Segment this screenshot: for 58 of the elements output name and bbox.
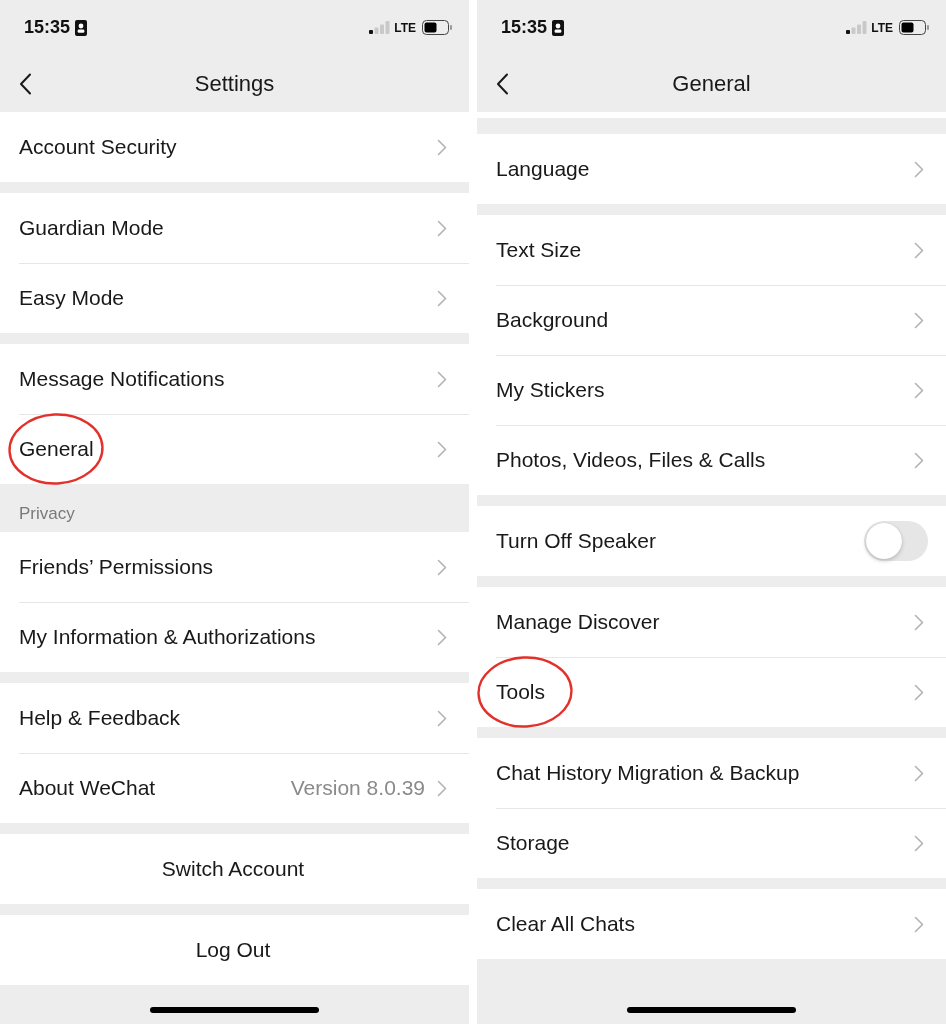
chevron-right-icon (437, 558, 447, 576)
person-icon (552, 19, 565, 36)
chevron-right-icon (437, 289, 447, 307)
chevron-right-icon (914, 451, 924, 469)
chevron-right-icon (914, 613, 924, 631)
battery-icon (899, 20, 929, 35)
settings-item[interactable]: Background (477, 285, 946, 355)
chevron-right-icon (437, 138, 447, 156)
network-label: LTE (871, 20, 893, 35)
chevron-right-icon (437, 779, 447, 797)
network-label: LTE (394, 20, 416, 35)
settings-item[interactable]: Photos, Videos, Files & Calls (477, 425, 946, 495)
settings-item[interactable]: Language (477, 134, 946, 204)
action-button[interactable]: Log Out (0, 915, 469, 985)
settings-item[interactable]: Account Security (0, 112, 469, 182)
chevron-right-icon (914, 915, 924, 933)
settings-item[interactable]: Easy Mode (0, 263, 469, 333)
chevron-right-icon (914, 683, 924, 701)
status-time: 15:35 (501, 17, 548, 38)
section-header: Privacy (19, 504, 75, 524)
status-time: 15:35 (24, 17, 71, 38)
settings-item[interactable]: Chat History Migration & Backup (477, 738, 946, 808)
settings-item[interactable]: Help & Feedback (0, 683, 469, 753)
person-icon (75, 19, 88, 36)
chevron-right-icon (914, 311, 924, 329)
chevron-right-icon (437, 219, 447, 237)
settings-item[interactable]: Friends’ Permissions (0, 532, 469, 602)
settings-item[interactable]: Clear All Chats (477, 889, 946, 959)
toggle-switch[interactable] (864, 521, 928, 561)
signal-icon (846, 21, 868, 34)
settings-item[interactable]: Guardian Mode (0, 193, 469, 263)
chevron-right-icon (437, 440, 447, 458)
chevron-right-icon (437, 370, 447, 388)
chevron-right-icon (914, 381, 924, 399)
settings-item[interactable]: Storage (477, 808, 946, 878)
chevron-right-icon (437, 709, 447, 727)
settings-item[interactable]: About WeChat Version 8.0.39 (0, 753, 469, 823)
chevron-right-icon (914, 241, 924, 259)
chevron-left-icon (19, 72, 32, 95)
chevron-right-icon (914, 764, 924, 782)
settings-item[interactable]: My Stickers (477, 355, 946, 425)
settings-item[interactable]: My Information & Authorizations (0, 602, 469, 672)
chevron-right-icon (437, 628, 447, 646)
chevron-right-icon (914, 160, 924, 178)
settings-item[interactable]: Message Notifications (0, 344, 469, 414)
chevron-left-icon (496, 72, 509, 95)
nav-title: General (672, 70, 751, 97)
settings-item[interactable]: Text Size (477, 215, 946, 285)
battery-icon (422, 20, 452, 35)
signal-icon (369, 21, 391, 34)
chevron-right-icon (914, 834, 924, 852)
nav-title: Settings (194, 70, 275, 97)
version-text: Version 8.0.39 (290, 776, 425, 800)
setting-label: Turn Off Speaker (496, 529, 656, 553)
settings-item[interactable]: Manage Discover (477, 587, 946, 657)
action-button[interactable]: Switch Account (0, 834, 469, 904)
settings-item[interactable]: General (0, 414, 469, 484)
settings-item[interactable]: Tools (477, 657, 946, 727)
